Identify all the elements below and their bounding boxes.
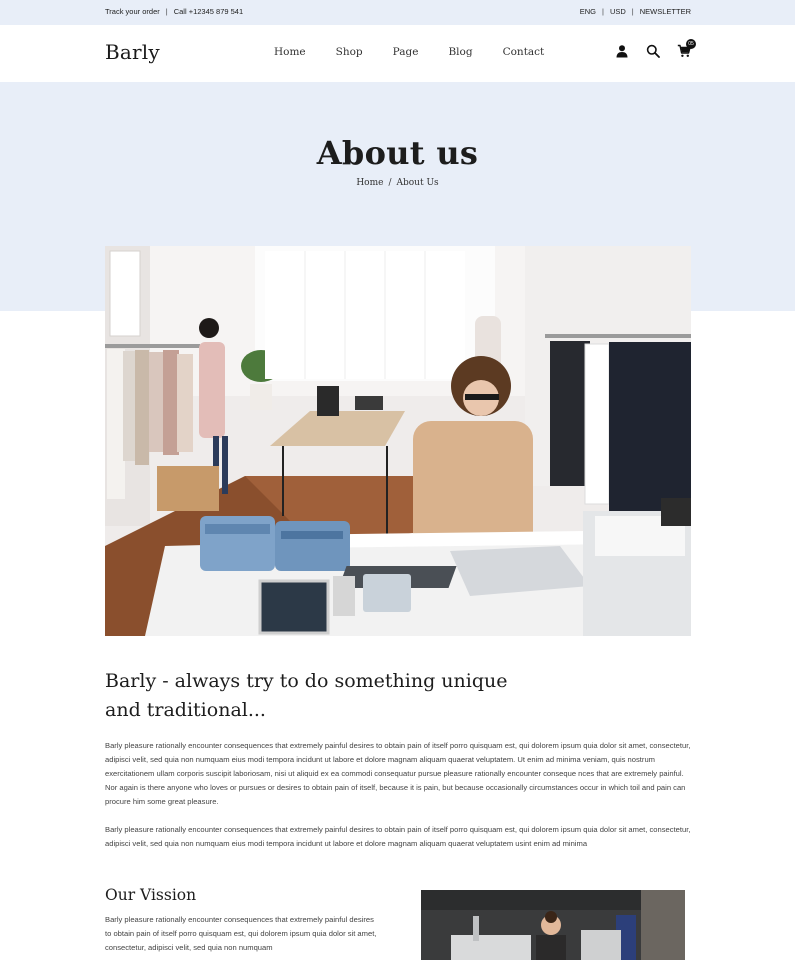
- phone-number: Call +12345 879 541: [173, 7, 244, 16]
- currency-selector[interactable]: USD: [610, 7, 626, 16]
- nav-item-home[interactable]: Home: [274, 46, 306, 58]
- newsletter-link[interactable]: NEWSLETTER: [640, 7, 691, 16]
- language-selector[interactable]: ENG: [580, 7, 596, 16]
- top-bar: Track your order | Call +12345 879 541 ENG…: [0, 0, 795, 25]
- main-header: Barly Home Shop Page Blog Contact 05: [0, 25, 795, 82]
- logo[interactable]: Barly: [105, 40, 160, 64]
- top-bar-left: Track your order | Call +12345 879 541: [105, 7, 243, 16]
- workshop-photo: [421, 890, 685, 960]
- divider: |: [601, 7, 604, 16]
- nav-item-shop[interactable]: Shop: [336, 46, 363, 58]
- breadcrumb-current: About Us: [396, 178, 439, 188]
- nav-item-page[interactable]: Page: [393, 46, 419, 58]
- header-icons: 05: [598, 39, 696, 58]
- vision-title: Our Vission: [105, 886, 197, 904]
- store-photo: [105, 246, 691, 636]
- nav-item-contact[interactable]: Contact: [503, 46, 545, 58]
- about-paragraph-1: Barly pleasure rationally encounter cons…: [105, 741, 691, 806]
- top-bar-right: ENG | USD | NEWSLETTER: [580, 7, 691, 16]
- cart-count-badge: 05: [686, 39, 696, 49]
- main-nav: Home Shop Page Blog Contact: [274, 46, 544, 58]
- breadcrumb-separator: /: [388, 178, 392, 188]
- search-icon[interactable]: [646, 44, 660, 58]
- vision-text: Barly pleasure rationally encounter cons…: [105, 915, 377, 952]
- divider: |: [631, 7, 634, 16]
- breadcrumb-home[interactable]: Home: [356, 178, 383, 188]
- breadcrumb: Home / About Us: [0, 178, 795, 188]
- user-icon[interactable]: [615, 44, 629, 58]
- section-heading: Barly - always try to do something uniqu…: [105, 670, 508, 721]
- cart-icon[interactable]: 05: [677, 39, 696, 58]
- about-paragraph-2: Barly pleasure rationally encounter cons…: [105, 825, 691, 848]
- track-order-link[interactable]: Track your order: [105, 7, 160, 16]
- nav-item-blog[interactable]: Blog: [448, 46, 472, 58]
- page-title: About us: [316, 134, 479, 172]
- divider: |: [165, 7, 168, 16]
